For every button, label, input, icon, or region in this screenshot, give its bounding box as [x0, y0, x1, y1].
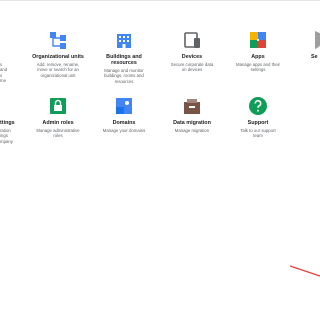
tile-description: Secure corporate data on devices: [170, 62, 214, 73]
domains-icon: [116, 98, 132, 114]
partial-tile-desc: s and s me: [0, 62, 8, 83]
tile-description: Manage administrative roles: [36, 128, 80, 139]
tile-description: Talk to our support team: [240, 128, 276, 139]
tile-label: Se: [311, 54, 318, 60]
admin-roles-lock-icon: [50, 98, 66, 114]
tile-description: Manage apps and their settings: [236, 62, 280, 73]
top-divider: [0, 0, 320, 1]
buildings-icon: [117, 34, 131, 48]
organizational-units-icon: [50, 32, 66, 49]
tile-description: Manage migration: [174, 128, 210, 133]
devices-icon: [184, 32, 200, 48]
tile-label: Support: [247, 120, 269, 126]
data-migration-icon: [184, 99, 200, 114]
tile-description: Manage your domains: [102, 128, 146, 133]
support-help-icon: [249, 97, 267, 115]
apps-icon: [250, 32, 266, 48]
security-shield-icon: [315, 31, 320, 49]
tile-label: Apps: [251, 54, 265, 60]
annotation-red-arrow: [290, 265, 320, 277]
tile-description: Manage and monitor buildings, rooms and …: [104, 68, 144, 84]
tile-description: ration ings mpany: [0, 128, 13, 144]
tile-label: ttings: [0, 120, 15, 126]
